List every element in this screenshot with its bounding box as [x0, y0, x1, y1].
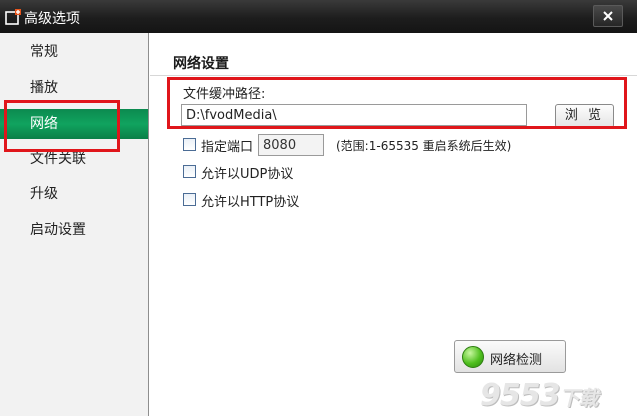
network-check-label: 网络检测 — [490, 353, 543, 368]
title-bar: 高级选项 — [0, 0, 637, 33]
sidebar-item-startup[interactable]: 启动设置 — [0, 215, 148, 245]
sidebar: 常规 播放 网络 文件关联 升级 启动设置 — [0, 33, 149, 416]
port-range-note: (范围:1-65535 重启系统后生效) — [336, 139, 512, 153]
sidebar-item-label: 启动设置 — [30, 222, 86, 238]
sidebar-item-label: 播放 — [30, 80, 58, 96]
port-input[interactable] — [258, 134, 324, 156]
watermark-suffix: 下载 — [559, 386, 599, 410]
network-status-icon — [462, 346, 484, 368]
app-icon — [5, 9, 21, 25]
sidebar-item-playback[interactable]: 播放 — [0, 73, 148, 103]
sidebar-item-general[interactable]: 常规 — [0, 37, 148, 67]
sidebar-item-label: 常规 — [30, 44, 58, 60]
udp-checkbox[interactable] — [183, 165, 196, 178]
http-checkbox[interactable] — [183, 193, 196, 206]
port-option-label: 指定端口 — [201, 140, 254, 155]
watermark: 9553下载 — [480, 378, 599, 413]
highlight-box — [4, 100, 120, 152]
watermark-number: 9553 — [480, 378, 560, 413]
sidebar-item-label: 文件关联 — [30, 151, 86, 167]
highlight-box — [167, 77, 627, 129]
close-button[interactable] — [593, 5, 623, 27]
port-checkbox[interactable] — [183, 138, 196, 151]
sidebar-item-upgrade[interactable]: 升级 — [0, 179, 148, 209]
sidebar-item-label: 升级 — [30, 186, 58, 202]
http-option-label: 允许以HTTP协议 — [201, 195, 300, 210]
panel-header: 网络设置 — [150, 33, 637, 76]
window-title: 高级选项 — [24, 11, 80, 27]
network-check-button[interactable]: 网络检测 — [454, 340, 566, 373]
close-icon — [603, 11, 613, 21]
udp-option-label: 允许以UDP协议 — [201, 167, 294, 182]
section-title: 网络设置 — [173, 56, 229, 72]
